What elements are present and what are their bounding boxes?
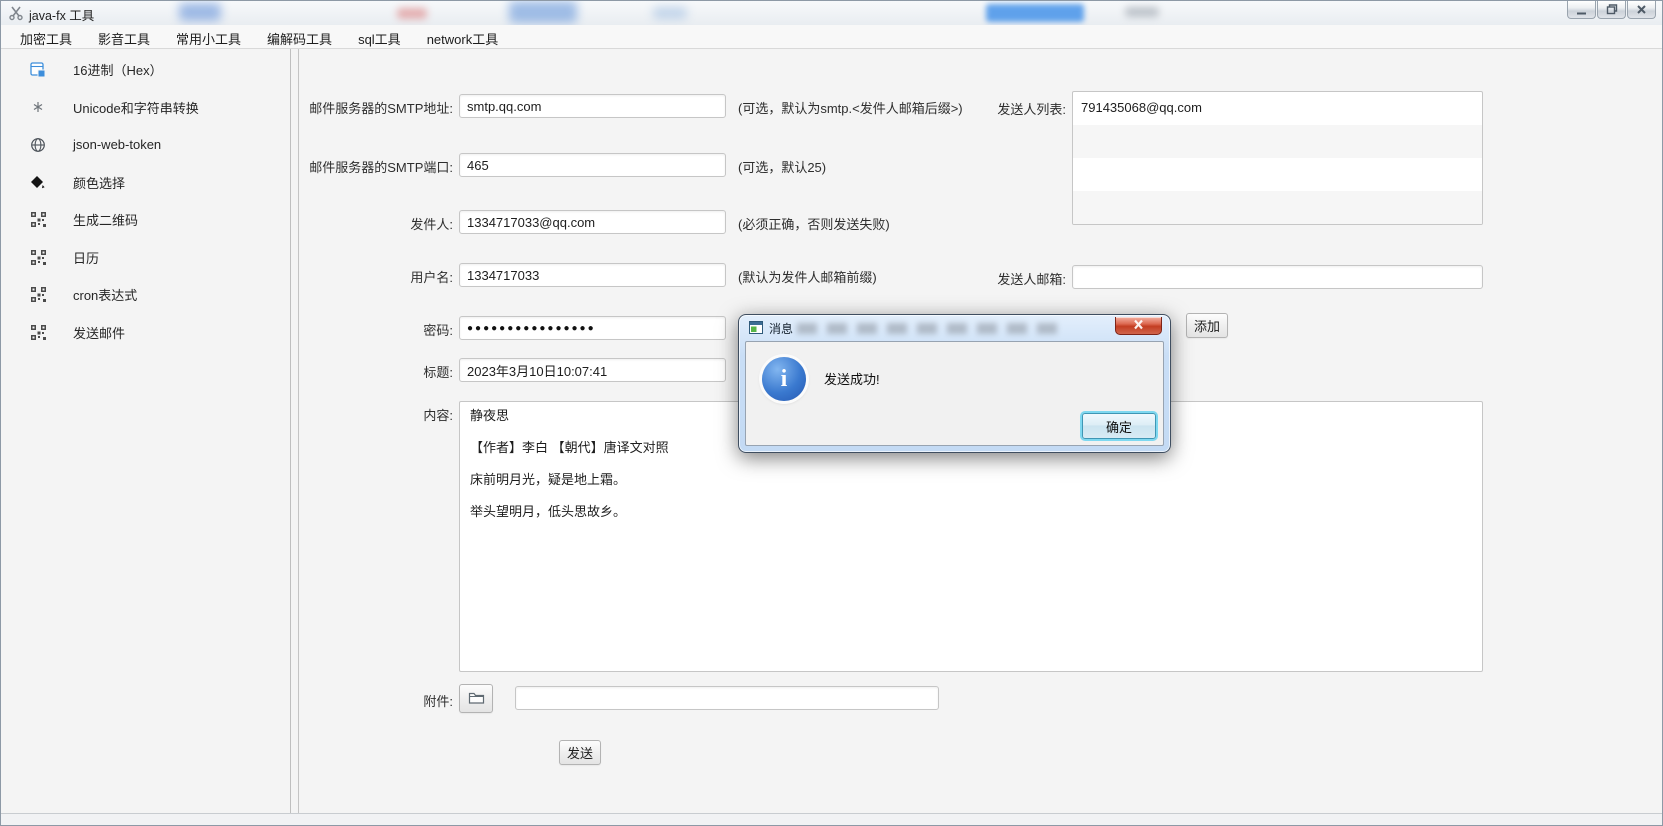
attachment-input[interactable] bbox=[515, 686, 939, 710]
dialog-titlebar[interactable]: 消息 bbox=[739, 315, 1170, 341]
smtp-port-input[interactable] bbox=[459, 153, 726, 177]
subject-label: 标题: bbox=[243, 362, 453, 381]
qrcode-icon bbox=[29, 248, 47, 266]
qrcode-icon bbox=[29, 323, 47, 341]
window-title: java-fx 工具 bbox=[29, 5, 94, 24]
menu-bar: 加密工具 影音工具 常用小工具 编解码工具 sql工具 network工具 bbox=[1, 25, 1662, 49]
window-controls bbox=[1567, 1, 1656, 19]
asterisk-icon bbox=[29, 98, 47, 116]
menu-item-sql-tools[interactable]: sql工具 bbox=[345, 25, 414, 48]
add-recipient-button[interactable]: 添加 bbox=[1186, 313, 1228, 338]
window-titlebar[interactable]: java-fx 工具 bbox=[1, 1, 1662, 26]
smtp-port-hint: (可选，默认25) bbox=[738, 157, 826, 176]
glass-blob bbox=[179, 3, 221, 21]
password-input[interactable] bbox=[459, 316, 726, 340]
glass-blob bbox=[986, 4, 1084, 22]
list-item[interactable] bbox=[1073, 158, 1482, 191]
sidebar-item-hex[interactable]: 16进制（Hex） bbox=[1, 51, 290, 89]
window-icon bbox=[749, 321, 763, 337]
blurred-title-text bbox=[797, 323, 1062, 334]
hex-icon bbox=[29, 61, 47, 79]
ok-button[interactable]: 确定 bbox=[1082, 413, 1156, 439]
info-icon bbox=[762, 357, 806, 401]
close-button[interactable] bbox=[1627, 1, 1656, 19]
window-bottom-frame bbox=[1, 813, 1662, 826]
list-item[interactable] bbox=[1073, 191, 1482, 224]
paint-diamond-icon bbox=[29, 173, 47, 191]
maximize-button[interactable] bbox=[1597, 1, 1626, 19]
dialog-title: 消息 bbox=[769, 320, 793, 337]
dialog-body: 发送成功! 确定 bbox=[745, 341, 1164, 446]
menu-item-codec-tools[interactable]: 编解码工具 bbox=[254, 25, 345, 48]
glass-blob bbox=[1125, 7, 1159, 17]
message-dialog: 消息 发送成功! 确定 bbox=[738, 314, 1171, 453]
recipients-listbox[interactable]: 791435068@qq.com bbox=[1072, 91, 1483, 225]
list-item[interactable] bbox=[1073, 125, 1482, 158]
menu-item-network-tools[interactable]: network工具 bbox=[414, 25, 512, 48]
qrcode-icon bbox=[29, 286, 47, 304]
menu-item-encrypt-tools[interactable]: 加密工具 bbox=[7, 25, 85, 48]
globe-icon bbox=[29, 136, 47, 154]
close-icon bbox=[1132, 317, 1145, 335]
list-item[interactable]: 791435068@qq.com bbox=[1073, 92, 1482, 125]
smtp-address-label: 邮件服务器的SMTP地址: bbox=[243, 98, 453, 117]
menu-item-common-tools[interactable]: 常用小工具 bbox=[163, 25, 254, 48]
minimize-button[interactable] bbox=[1567, 1, 1596, 19]
username-input[interactable] bbox=[459, 263, 726, 287]
password-label: 密码: bbox=[243, 320, 453, 339]
content-label: 内容: bbox=[243, 405, 453, 424]
sender-hint: (必须正确，否则发送失败) bbox=[738, 214, 890, 233]
folder-icon bbox=[468, 690, 485, 708]
app-tools-icon bbox=[8, 5, 24, 21]
glass-blob bbox=[653, 7, 687, 19]
menu-item-media-tools[interactable]: 影音工具 bbox=[85, 25, 163, 48]
glass-blob bbox=[397, 8, 427, 19]
glass-blob bbox=[509, 1, 577, 23]
sender-label: 发件人: bbox=[243, 214, 453, 233]
dialog-close-button[interactable] bbox=[1115, 317, 1162, 335]
sender-input[interactable] bbox=[459, 210, 726, 234]
recipients-list-label: 发送人列表: bbox=[856, 99, 1066, 118]
smtp-port-label: 邮件服务器的SMTP端口: bbox=[243, 157, 453, 176]
smtp-address-input[interactable] bbox=[459, 94, 726, 118]
username-label: 用户名: bbox=[243, 267, 453, 286]
recipient-email-label: 发送人邮箱: bbox=[856, 269, 1066, 288]
attachment-label: 附件: bbox=[243, 691, 453, 710]
recipient-email-input[interactable] bbox=[1072, 265, 1483, 289]
qrcode-icon bbox=[29, 211, 47, 229]
send-button[interactable]: 发送 bbox=[559, 740, 601, 765]
subject-input[interactable] bbox=[459, 358, 726, 382]
dialog-message: 发送成功! bbox=[824, 369, 880, 388]
app-window: java-fx 工具 加密工具 影音工具 常用小工具 编解码工具 sql工具 n… bbox=[0, 0, 1663, 826]
browse-folder-button[interactable] bbox=[459, 684, 493, 713]
